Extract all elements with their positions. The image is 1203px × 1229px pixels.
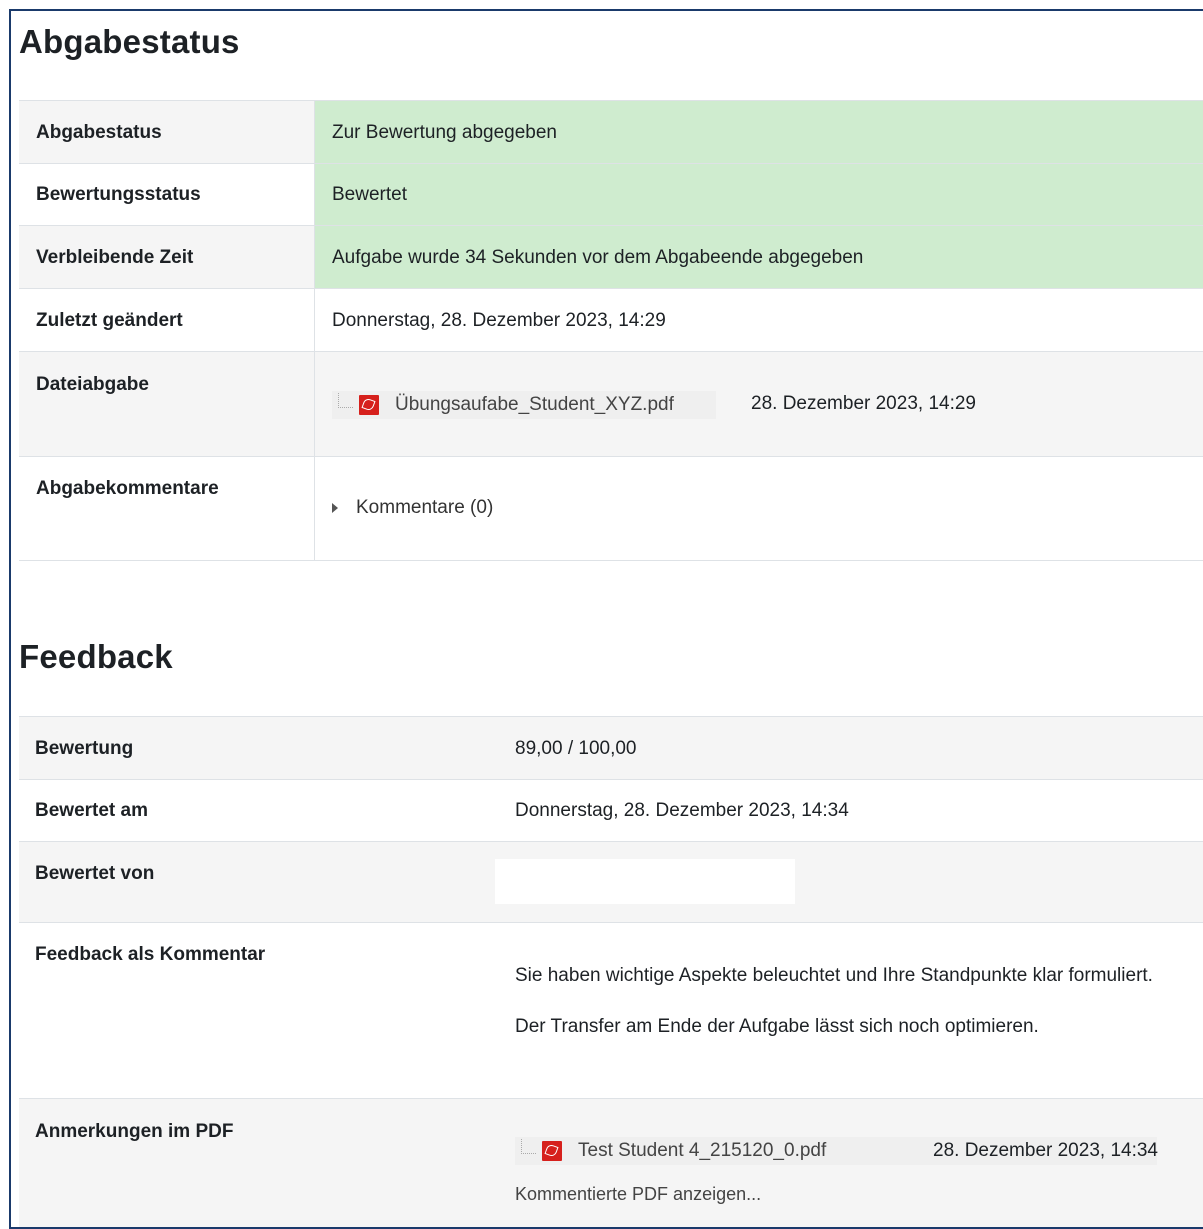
status-value: Zur Bewertung abgegeben xyxy=(315,101,1203,163)
tree-connector xyxy=(338,392,353,408)
feedback-comment-line-1: Sie haben wichtige Aspekte beleuchtet un… xyxy=(515,965,1153,986)
status-row-last-modified: Zuletzt geändert Donnerstag, 28. Dezembe… xyxy=(19,288,1203,351)
comments-toggle-link[interactable]: Kommentare (0) xyxy=(356,497,493,518)
last-modified-label: Zuletzt geändert xyxy=(19,289,315,351)
file-submission-label: Dateiabgabe xyxy=(19,352,315,456)
status-row-file-submission: Dateiabgabe Übungsaufabe_Student_XYZ.pdf… xyxy=(19,351,1203,456)
pdf-annotations-value: Test Student 4_215120_0.pdf 28. Dezember… xyxy=(515,1099,1203,1227)
feedback-row-pdf-annotations: Anmerkungen im PDF Test Student 4_215120… xyxy=(19,1098,1203,1227)
graded-on-label: Bewertet am xyxy=(35,800,148,821)
feedback-row-graded-by: Bewertet von xyxy=(19,841,1203,922)
feedback-comments-value: Sie haben wichtige Aspekte beleuchtet un… xyxy=(515,923,1203,1098)
pdf-annotations-label: Anmerkungen im PDF xyxy=(35,1121,234,1142)
graded-by-label: Bewertet von xyxy=(35,863,155,884)
view-annotated-pdf-link[interactable]: Kommentierte PDF anzeigen... xyxy=(515,1184,761,1205)
grading-status-label: Bewertungsstatus xyxy=(19,164,315,225)
status-row-abgabestatus: Abgabestatus Zur Bewertung abgegeben xyxy=(19,100,1203,163)
grade-label: Bewertung xyxy=(35,738,134,759)
file-submission-value: Übungsaufabe_Student_XYZ.pdf 28. Dezembe… xyxy=(315,352,1203,456)
expand-triangle-icon[interactable] xyxy=(332,502,338,513)
feedback-row-grade: Bewertung 89,00 / 100,00 xyxy=(19,716,1203,779)
status-row-submission-comments: Abgabekommentare Kommentare (0) xyxy=(19,456,1203,561)
tree-connector xyxy=(521,1138,536,1154)
feedback-row-comments: Feedback als Kommentar Sie haben wichtig… xyxy=(19,922,1203,1098)
annotated-file-date: 28. Dezember 2023, 14:34 xyxy=(933,1140,1158,1161)
time-remaining-label: Verbleibende Zeit xyxy=(19,226,315,288)
feedback-comments-label: Feedback als Kommentar xyxy=(35,944,266,965)
time-remaining-value: Aufgabe wurde 34 Sekunden vor dem Abgabe… xyxy=(315,226,1203,288)
submitted-file[interactable]: Übungsaufabe_Student_XYZ.pdf xyxy=(332,391,716,419)
annotated-file-name[interactable]: Test Student 4_215120_0.pdf xyxy=(578,1140,826,1162)
pdf-file-icon xyxy=(359,395,379,415)
submission-comments-label: Abgabekommentare xyxy=(19,457,315,560)
submission-comments-value: Kommentare (0) xyxy=(315,457,1203,560)
graded-on-value: Donnerstag, 28. Dezember 2023, 14:34 xyxy=(515,800,849,821)
submission-heading: Abgabestatus xyxy=(19,23,240,60)
grader-name-redacted xyxy=(495,859,795,904)
submitted-file-name[interactable]: Übungsaufabe_Student_XYZ.pdf xyxy=(395,394,674,416)
status-row-bewertungsstatus: Bewertungsstatus Bewertet xyxy=(19,163,1203,225)
feedback-comment-line-2: Der Transfer am Ende der Aufgabe lässt s… xyxy=(515,1016,1039,1037)
status-label: Abgabestatus xyxy=(19,101,315,163)
grading-status-value: Bewertet xyxy=(315,164,1203,225)
graded-by-value xyxy=(495,842,1203,922)
last-modified-value: Donnerstag, 28. Dezember 2023, 14:29 xyxy=(332,310,666,331)
status-row-time-remaining: Verbleibende Zeit Aufgabe wurde 34 Sekun… xyxy=(19,225,1203,288)
page-frame: Abgabestatus Abgabestatus Zur Bewertung … xyxy=(9,9,1203,1229)
grade-value: 89,00 / 100,00 xyxy=(515,738,637,759)
pdf-file-icon xyxy=(542,1141,562,1161)
submitted-file-date: 28. Dezember 2023, 14:29 xyxy=(751,393,976,414)
feedback-heading: Feedback xyxy=(19,638,173,675)
feedback-row-graded-on: Bewertet am Donnerstag, 28. Dezember 202… xyxy=(19,779,1203,841)
